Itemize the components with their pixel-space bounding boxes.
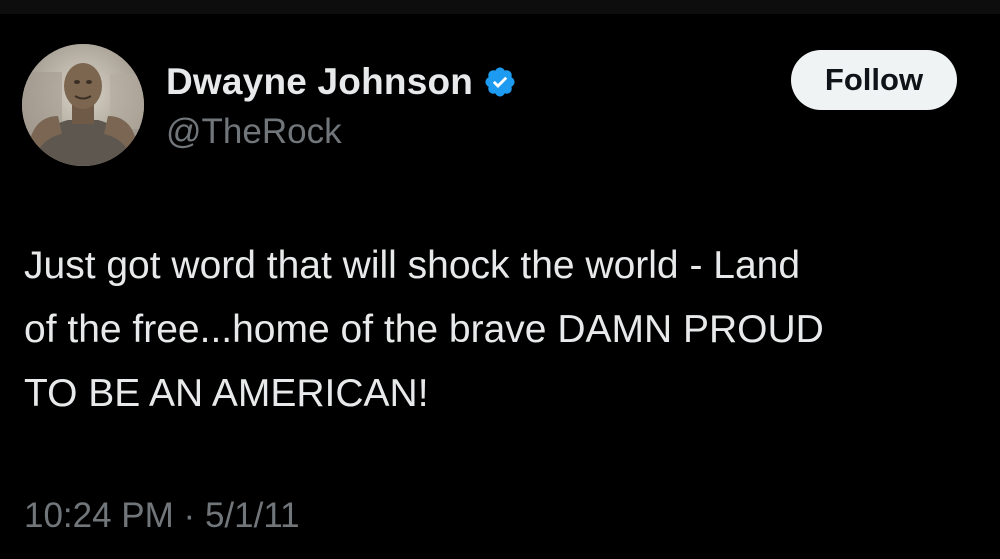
author-name-row: Dwayne Johnson [166, 60, 517, 104]
avatar[interactable] [22, 44, 144, 166]
tweet-text-line: TO BE AN AMERICAN! [24, 372, 429, 415]
author-display-name[interactable]: Dwayne Johnson [166, 61, 473, 103]
tweet-date: 5/1/11 [204, 496, 300, 535]
tweet-time: 10:24 PM [24, 496, 174, 535]
follow-button[interactable]: Follow [791, 50, 957, 110]
timestamp-separator: · [183, 496, 196, 535]
top-divider [0, 0, 1000, 14]
tweet-text-line: of the free...home of the brave DAMN PRO… [24, 308, 824, 351]
tweet-text: Just got word that will shock the world … [24, 234, 974, 426]
tweet-text-line: Just got word that will shock the world … [24, 244, 801, 287]
tweet-card: Dwayne Johnson @TheRock Follow Just got … [0, 0, 1000, 559]
tweet-timestamp[interactable]: 10:24 PM · 5/1/11 [24, 496, 300, 536]
verified-badge-icon [483, 65, 517, 99]
author-handle[interactable]: @TheRock [166, 112, 342, 152]
avatar-photo-icon [22, 44, 144, 166]
